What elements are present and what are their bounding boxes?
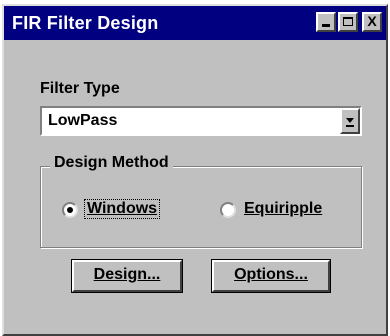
design-button[interactable]: Design... bbox=[71, 259, 183, 293]
options-button[interactable]: Options... bbox=[211, 259, 331, 293]
close-button[interactable]: X bbox=[362, 12, 382, 32]
filter-type-value: LowPass bbox=[48, 112, 118, 129]
close-icon: X bbox=[367, 13, 377, 29]
minimize-icon bbox=[322, 24, 330, 27]
title-bar[interactable]: FIR Filter Design X bbox=[4, 6, 386, 40]
maximize-button[interactable] bbox=[338, 12, 358, 32]
chevron-down-icon bbox=[346, 118, 354, 123]
radio-selected-dot bbox=[67, 207, 73, 213]
filter-type-select[interactable]: LowPass bbox=[40, 106, 362, 136]
radio-windows-label[interactable]: Windows bbox=[84, 199, 161, 219]
radio-equiripple-label[interactable]: Equiripple bbox=[244, 200, 322, 218]
maximize-icon bbox=[343, 17, 353, 26]
design-method-legend: Design Method bbox=[50, 154, 173, 172]
window-title: FIR Filter Design bbox=[12, 13, 159, 33]
radio-equiripple[interactable] bbox=[220, 202, 236, 218]
minimize-button[interactable] bbox=[316, 12, 336, 32]
filter-type-label: Filter Type bbox=[40, 80, 120, 97]
filter-type-dropdown-button[interactable] bbox=[340, 108, 360, 134]
fir-filter-design-window: FIR Filter Design X Filter Type LowPass … bbox=[2, 4, 388, 336]
radio-windows[interactable] bbox=[62, 202, 78, 218]
